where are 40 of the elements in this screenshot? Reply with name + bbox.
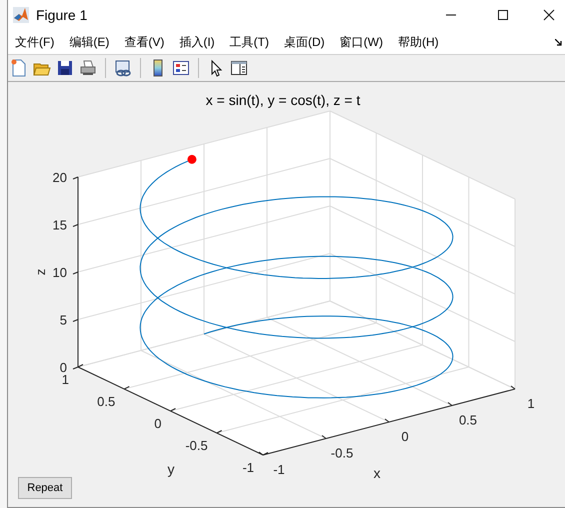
plot-browser-icon[interactable] bbox=[230, 59, 248, 77]
repeat-button[interactable]: Repeat bbox=[18, 477, 72, 499]
window-title: Figure 1 bbox=[36, 6, 88, 25]
tick-label: 0 bbox=[60, 360, 67, 375]
tick-label: 0 bbox=[154, 416, 162, 431]
menu-item[interactable]: 工具(T) bbox=[228, 33, 270, 51]
tick-label: -1 bbox=[273, 462, 285, 477]
tick-label: 0.5 bbox=[458, 412, 478, 428]
axis-label: x bbox=[374, 465, 380, 481]
menu-item[interactable]: 插入(I) bbox=[178, 33, 216, 51]
axis-label: z bbox=[33, 268, 48, 276]
printer-icon[interactable] bbox=[79, 59, 97, 77]
tick-label: -0.5 bbox=[330, 446, 354, 460]
tick-label: 5 bbox=[60, 312, 67, 328]
tick-label: 20 bbox=[52, 170, 67, 185]
tick-label: 1 bbox=[62, 372, 69, 387]
menu-item[interactable]: 编辑(E) bbox=[68, 33, 110, 51]
app-logo-icon bbox=[13, 7, 29, 23]
legend-icon[interactable] bbox=[172, 59, 190, 77]
maximize-icon[interactable] bbox=[497, 9, 509, 21]
tick-label: 15 bbox=[52, 218, 67, 232]
tick-label: -1 bbox=[242, 460, 254, 475]
link-icon[interactable] bbox=[114, 59, 132, 77]
axis-label: y bbox=[168, 461, 174, 477]
tick-label: 0.5 bbox=[97, 394, 116, 409]
tick-label: -0.5 bbox=[185, 438, 208, 453]
tick-label: 1 bbox=[527, 396, 535, 411]
tick-label: 0 bbox=[401, 429, 409, 444]
save-icon[interactable] bbox=[56, 59, 74, 77]
tick-label: 10 bbox=[52, 265, 67, 280]
close-icon[interactable] bbox=[543, 9, 555, 21]
dock-arrow-icon[interactable] bbox=[555, 39, 562, 46]
end-marker bbox=[187, 154, 196, 164]
menu-item[interactable]: 桌面(D) bbox=[282, 33, 326, 51]
menu-item[interactable]: 查看(V) bbox=[123, 33, 166, 51]
new-file-icon[interactable] bbox=[10, 59, 28, 77]
menu-item[interactable]: 文件(F) bbox=[14, 33, 56, 51]
menu-item[interactable]: 窗口(W) bbox=[338, 33, 384, 51]
menu-item[interactable]: 帮助(H) bbox=[396, 33, 440, 51]
plot-title: x = sin(t), y = cos(t), z = t bbox=[206, 92, 360, 108]
